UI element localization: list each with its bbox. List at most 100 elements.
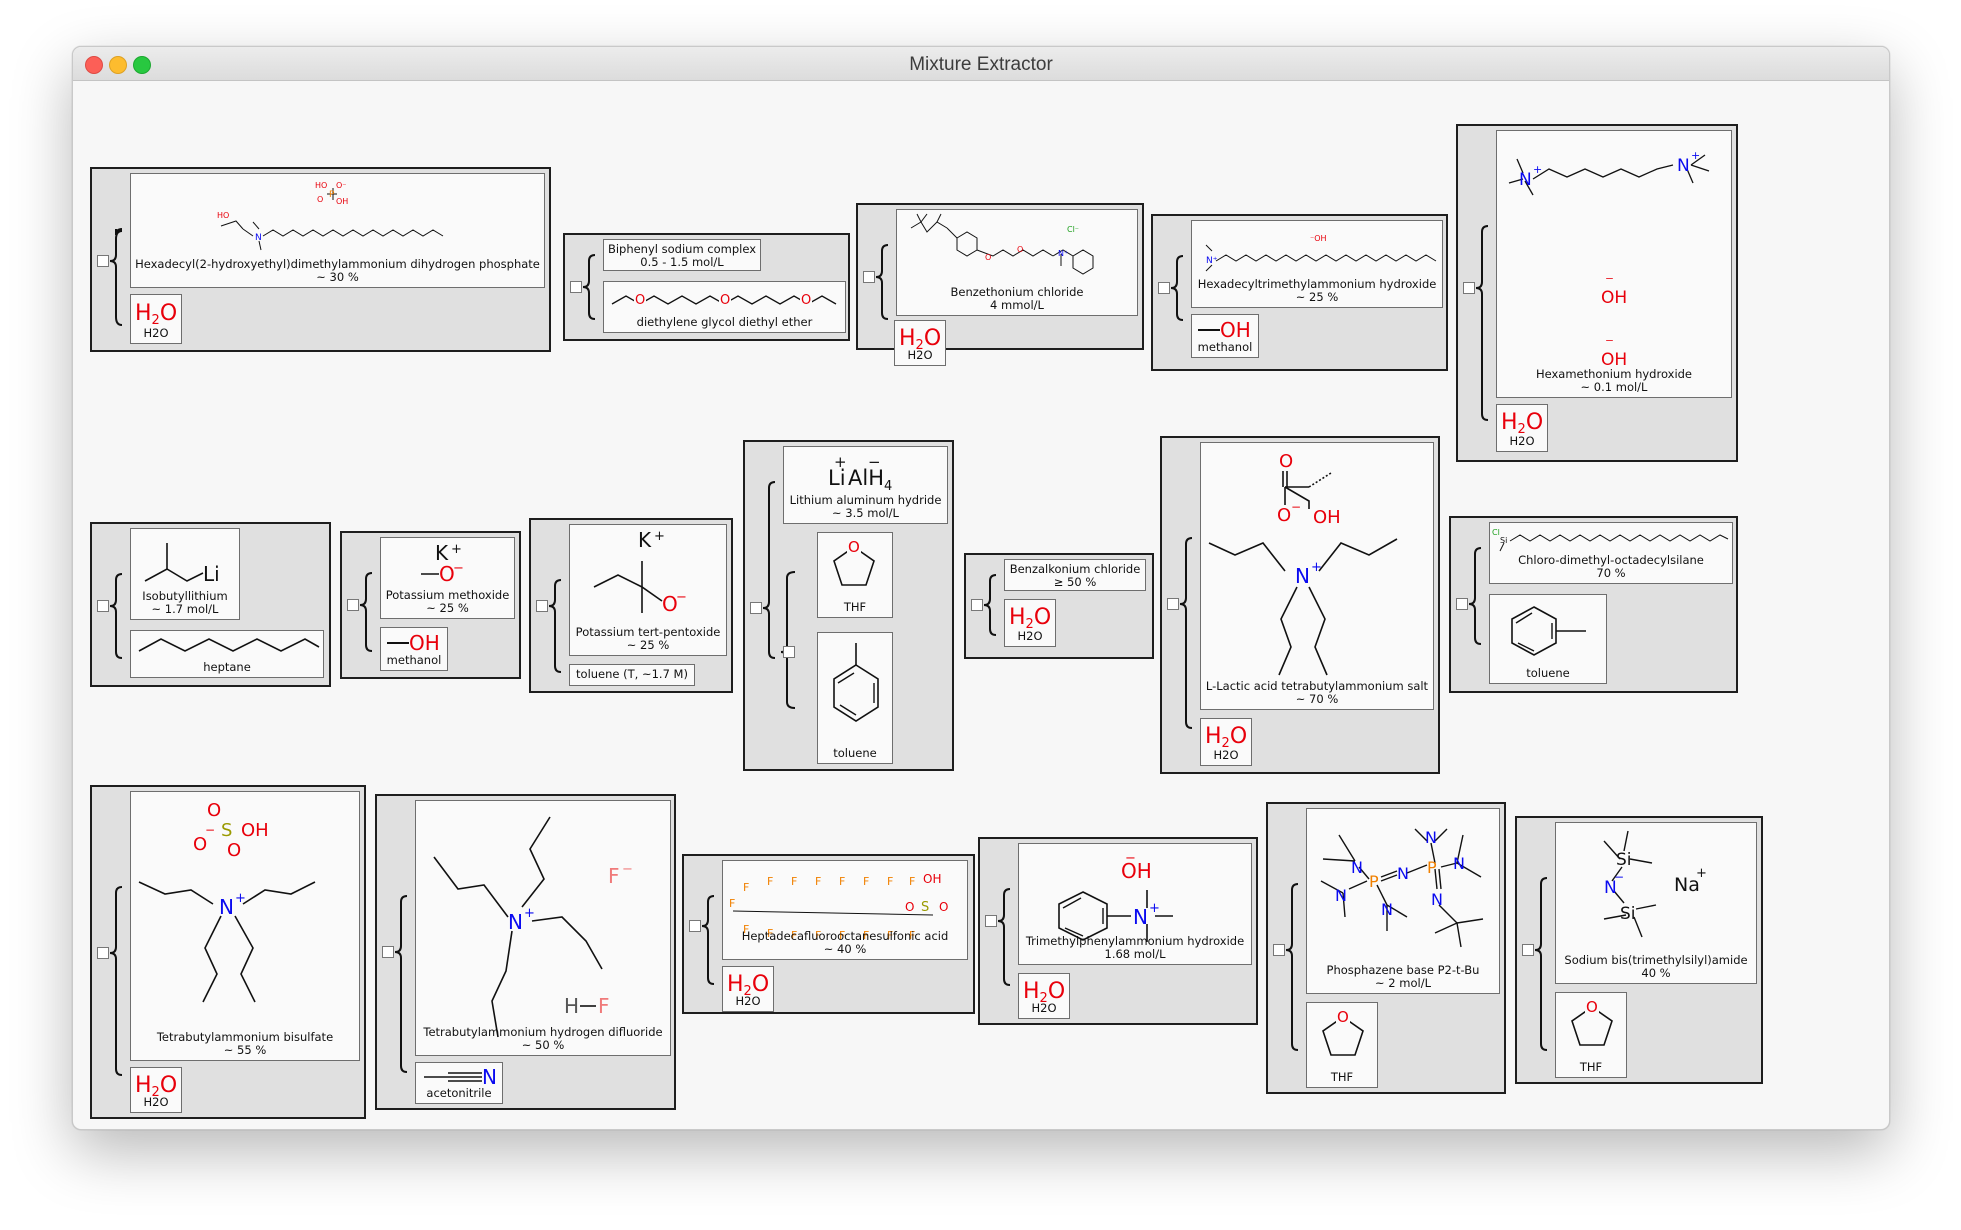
- svg-text:N: N: [1677, 156, 1690, 176]
- mixture-canvas: HO N HO P O⁻ O OH Hexadecyl(2-hydroxyeth…: [73, 81, 1889, 1129]
- mixture-card[interactable]: OH − N + Trimethylphenylammonium hydroxide…: [978, 837, 1258, 1025]
- component-box[interactable]: O THF: [1555, 992, 1627, 1078]
- component-box[interactable]: K + O − Potassium methoxide ~ 25 %: [380, 537, 515, 619]
- mixture-card[interactable]: N + N + ⁻ OH ⁻ OH Hexamethonium hydroxide ~ 0…: [1456, 124, 1738, 462]
- component-box[interactable]: N N P N N P N N N Phosphazene base P2-t-…: [1306, 808, 1500, 994]
- component-box[interactable]: FF FF FF FF FF FF FF FF F S OH O O Hepta…: [722, 860, 968, 960]
- component-name: toluene: [1526, 666, 1570, 680]
- mixture-checkbox[interactable]: [1522, 944, 1534, 956]
- mixture-card[interactable]: Biphenyl sodium complex 0.5 - 1.5 mol/L O…: [563, 233, 850, 341]
- svg-text:N: N: [1425, 828, 1437, 847]
- svg-text:S: S: [221, 820, 232, 841]
- component-name: methanol: [386, 653, 442, 667]
- component-box[interactable]: Cl Si Chloro-dimethyl-octadecylsilane 70 …: [1489, 522, 1733, 584]
- structure-drawing: O S OH O − O N +: [138, 800, 316, 1003]
- component-box[interactable]: H2O H2O: [130, 1067, 182, 1113]
- component-name: H2O: [1509, 434, 1535, 448]
- mixture-card[interactable]: Si N − Si Na + Sodium bis(trimethylsilyl)a…: [1515, 816, 1763, 1084]
- mixture-card[interactable]: N N P N N P N N N Phosphazene base P2-t-…: [1266, 802, 1506, 1094]
- svg-text:−: −: [676, 590, 687, 605]
- component-box[interactable]: O O O diethylene glycol diethyl ether: [603, 281, 846, 333]
- component-box[interactable]: OH − N + Trimethylphenylammonium hydroxide…: [1018, 843, 1252, 965]
- svg-text:O: O: [207, 800, 221, 821]
- app-window: Mixture Extractor HO N HO P O⁻ O OH Hexa…: [72, 46, 1890, 1130]
- component-box[interactable]: OH methanol: [1191, 314, 1259, 358]
- component-name: H2O: [1213, 748, 1239, 762]
- svg-text:−: −: [1125, 851, 1136, 866]
- component-box[interactable]: O O − OH N + L-Lactic acid tetrabutylammon…: [1200, 442, 1434, 710]
- mixture-card[interactable]: O S OH O − O N + Tetrabutylammonium bisul…: [90, 785, 366, 1119]
- component-amount: ~ 0.1 mol/L: [1580, 380, 1648, 394]
- mixture-card[interactable]: Cl Si Chloro-dimethyl-octadecylsilane 70 …: [1449, 516, 1738, 693]
- mixture-checkbox[interactable]: [382, 946, 394, 958]
- component-box[interactable]: toluene: [1489, 594, 1607, 684]
- component-box[interactable]: H2O H2O: [722, 966, 774, 1012]
- component-box[interactable]: H2O H2O: [1004, 599, 1056, 647]
- svg-text:−: −: [868, 453, 881, 471]
- mixture-checkbox[interactable]: [97, 255, 109, 267]
- component-box[interactable]: N + F − H F Tetrabutylammonium hydrogen di…: [415, 800, 671, 1056]
- mixture-checkbox[interactable]: [1167, 598, 1179, 610]
- submixture-checkbox[interactable]: [783, 646, 795, 658]
- component-box[interactable]: N⁺ ⁻OH Hexadecyltrimethylammonium hydrox…: [1191, 220, 1443, 308]
- mixture-checkbox[interactable]: [1158, 282, 1170, 294]
- mixture-checkbox[interactable]: [971, 599, 983, 611]
- component-box[interactable]: H2O H2O: [894, 320, 946, 366]
- mixture-card[interactable]: K + O − Potassium tert-pentoxide ~ 25 % tol…: [529, 518, 733, 693]
- mixture-card[interactable]: K + O − Potassium methoxide ~ 25 % OH metha…: [340, 531, 521, 679]
- component-box[interactable]: K + O − Potassium tert-pentoxide ~ 25 %: [569, 524, 727, 656]
- component-box[interactable]: Li AlH4 + − Lithium aluminum hydride ~ 3.…: [783, 446, 948, 524]
- component-box[interactable]: N + N + ⁻ OH ⁻ OH Hexamethonium hydroxide ~ 0…: [1496, 130, 1732, 398]
- mixture-checkbox[interactable]: [570, 281, 582, 293]
- mixture-checkbox[interactable]: [536, 600, 548, 612]
- structure-drawing: N + F − H F: [433, 816, 633, 1038]
- mixture-checkbox[interactable]: [1456, 598, 1468, 610]
- component-box[interactable]: Benzalkonium chloride ≥ 50 %: [1004, 559, 1146, 591]
- component-box[interactable]: toluene: [817, 632, 893, 764]
- component-box[interactable]: toluene (T, ~1.7 M): [569, 664, 695, 686]
- mixture-checkbox[interactable]: [97, 600, 109, 612]
- component-box[interactable]: O THF: [1306, 1002, 1378, 1088]
- mixture-checkbox[interactable]: [97, 947, 109, 959]
- mixture-checkbox[interactable]: [347, 599, 359, 611]
- svg-text:OH: OH: [409, 631, 440, 655]
- svg-text:N: N: [1295, 564, 1310, 588]
- component-box[interactable]: H2O H2O: [130, 294, 182, 344]
- mixture-card[interactable]: HO N HO P O⁻ O OH Hexadecyl(2-hydroxyeth…: [90, 167, 551, 352]
- mixture-checkbox[interactable]: [863, 271, 875, 283]
- component-box[interactable]: heptane: [130, 630, 324, 678]
- mixture-checkbox[interactable]: [689, 920, 701, 932]
- mixture-checkbox[interactable]: [1273, 944, 1285, 956]
- component-box[interactable]: OH methanol: [380, 627, 448, 671]
- mixture-card[interactable]: Li Isobutyllithium ~ 1.7 mol/L heptane: [90, 522, 331, 687]
- svg-text:F: F: [839, 875, 845, 888]
- component-box[interactable]: O S OH O − O N + Tetrabutylammonium bisul…: [130, 791, 360, 1061]
- mixture-checkbox[interactable]: [985, 915, 997, 927]
- component-box[interactable]: H2O H2O: [1200, 718, 1252, 766]
- component-name: H2O: [735, 994, 761, 1008]
- svg-text:−: −: [453, 561, 464, 576]
- mixture-card[interactable]: O O − OH N + L-Lactic acid tetrabutylammon…: [1160, 436, 1440, 774]
- mixture-checkbox[interactable]: [750, 602, 762, 614]
- mixture-card[interactable]: Benzalkonium chloride ≥ 50 % H2O H2O: [964, 553, 1154, 659]
- component-box[interactable]: Li Isobutyllithium ~ 1.7 mol/L: [130, 528, 240, 620]
- svg-text:O: O: [848, 538, 860, 556]
- component-box[interactable]: O THF: [817, 532, 893, 618]
- mixture-checkbox[interactable]: [1463, 282, 1475, 294]
- mixture-bracket: [1170, 255, 1184, 321]
- component-box[interactable]: Si N − Si Na + Sodium bis(trimethylsilyl)a…: [1555, 822, 1757, 984]
- component-box[interactable]: H2O H2O: [1496, 404, 1548, 452]
- component-name: Biphenyl sodium complex: [607, 242, 757, 256]
- mixture-card[interactable]: Li AlH4 + − Lithium aluminum hydride ~ 3.…: [743, 440, 954, 771]
- component-box[interactable]: N acetonitrile: [415, 1062, 503, 1104]
- svg-text:N: N: [1431, 890, 1443, 909]
- mixture-card[interactable]: N⁺ ⁻OH Hexadecyltrimethylammonium hydrox…: [1151, 214, 1448, 371]
- mixture-card[interactable]: FF FF FF FF FF FF FF FF F S OH O O Hepta…: [682, 854, 975, 1014]
- component-box[interactable]: H2O H2O: [1018, 973, 1070, 1019]
- svg-text:F: F: [743, 881, 749, 894]
- component-box[interactable]: HO N HO P O⁻ O OH Hexadecyl(2-hydroxyeth…: [130, 173, 545, 288]
- svg-text:+: +: [235, 891, 246, 906]
- component-box[interactable]: Biphenyl sodium complex 0.5 - 1.5 mol/L: [603, 239, 761, 271]
- mixture-card[interactable]: N + F − H F Tetrabutylammonium hydrogen di…: [375, 794, 676, 1110]
- component-box[interactable]: O O N⁺ Cl⁻ Benzethonium chloride 4 mmol/L: [896, 209, 1138, 316]
